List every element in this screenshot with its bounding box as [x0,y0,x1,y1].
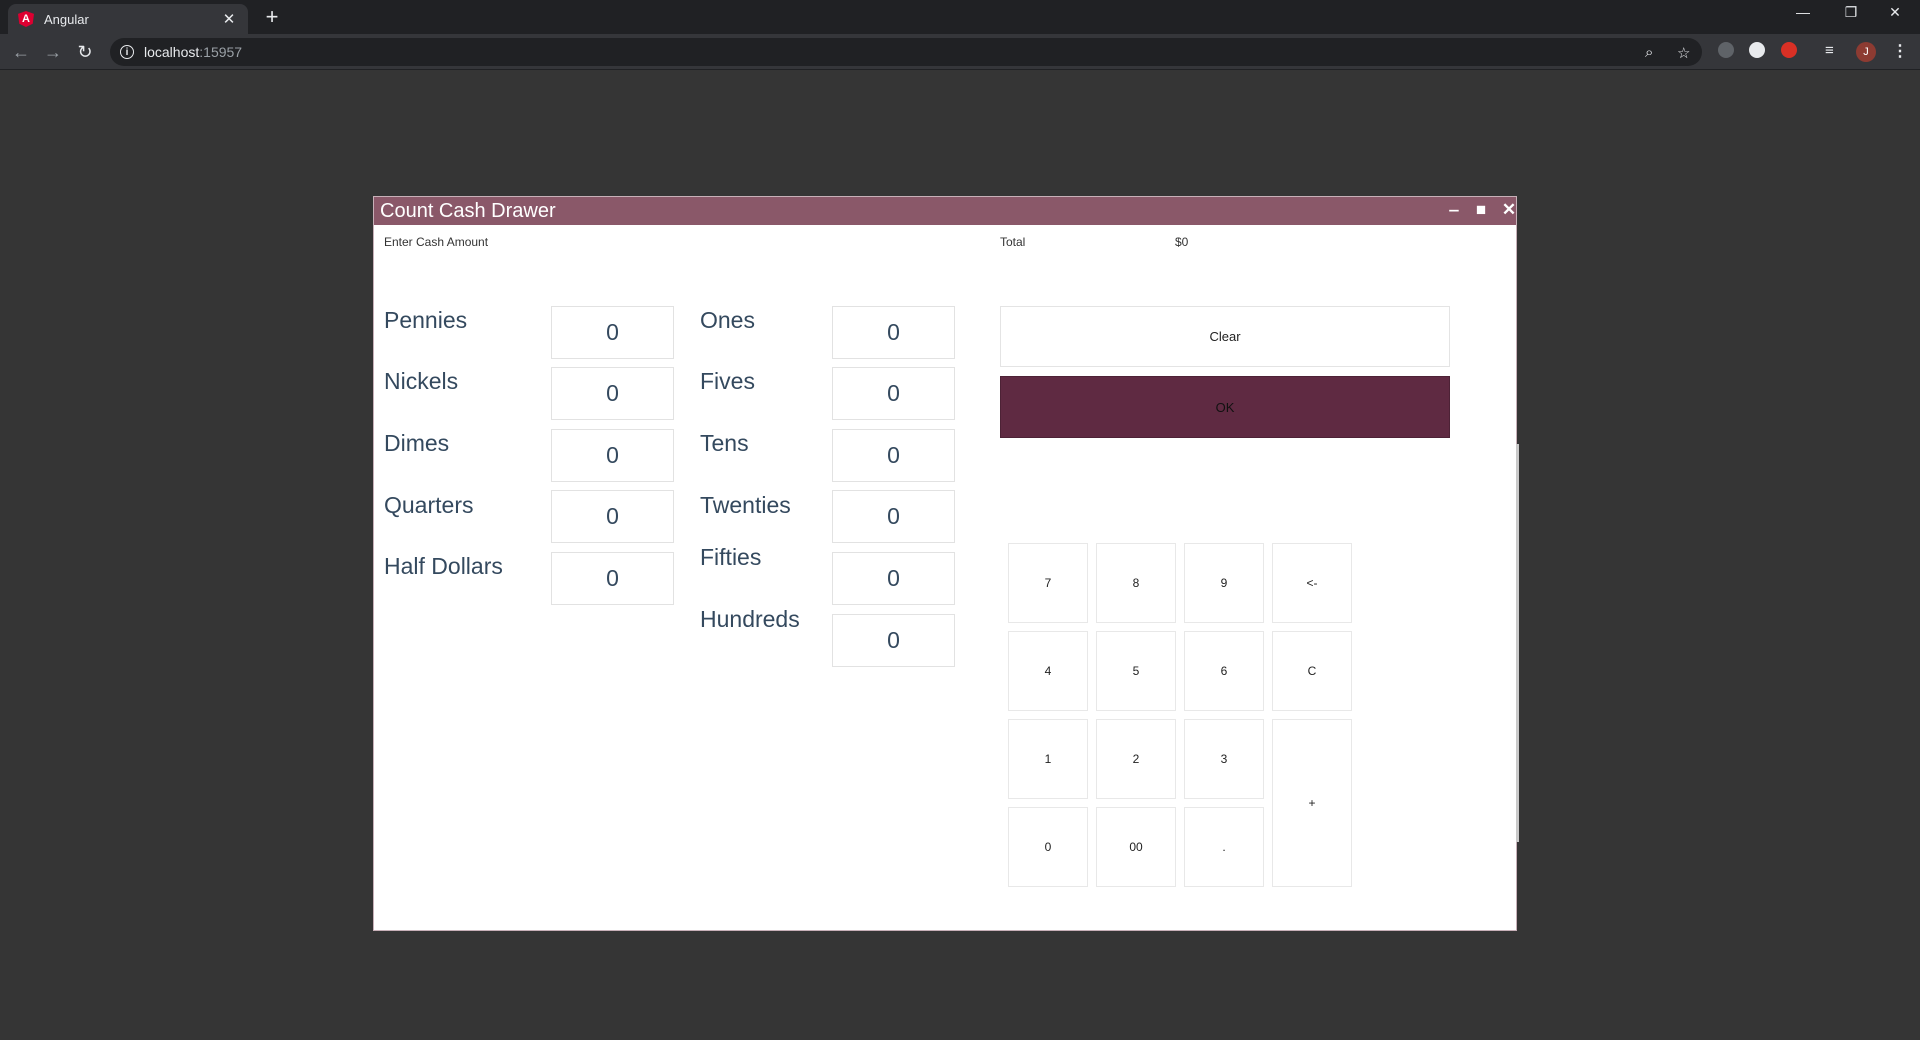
tens-input[interactable] [832,429,955,482]
dimes-input[interactable] [551,429,674,482]
keypad-2[interactable]: 2 [1096,719,1176,799]
keypad-4[interactable]: 4 [1008,631,1088,711]
address-bar[interactable]: i localhost:15957 ⌕ ☆ [110,38,1702,66]
window-close-icon[interactable]: ✕ [1872,4,1918,21]
tab-close-icon[interactable]: ✕ [220,10,238,28]
keypad-7[interactable]: 7 [1008,543,1088,623]
half-dollars-input[interactable] [551,552,674,605]
dimes-label: Dimes [384,430,450,456]
dialog-scrollbar[interactable] [1516,444,1519,842]
dialog-minimize-icon[interactable]: ‒ [1444,200,1464,220]
fives-input[interactable] [832,367,955,420]
browser-tab-strip: A Angular ✕ + — ❐ ✕ [0,0,1920,34]
nickels-input[interactable] [551,367,674,420]
fives-label: Fives [700,368,755,394]
browser-toolbar: ← → ↻ i localhost:15957 ⌕ ☆ ≡ J ⋮ [0,34,1920,70]
ones-input[interactable] [832,306,955,359]
site-info-icon[interactable]: i [120,45,134,59]
extension-shield-icon[interactable] [1718,42,1734,58]
quarters-input[interactable] [551,490,674,543]
pennies-label: Pennies [384,307,468,333]
tab-title: Angular [44,11,89,27]
zoom-icon[interactable]: ⌕ [1645,44,1653,61]
keypad-8[interactable]: 8 [1096,543,1176,623]
keypad-00[interactable]: 00 [1096,807,1176,887]
keypad-6[interactable]: 6 [1184,631,1264,711]
hundreds-label: Hundreds [700,606,800,632]
clear-button[interactable]: Clear [1000,306,1450,367]
dialog-maximize-icon[interactable]: ■ [1471,200,1491,220]
fifties-label: Fifties [700,544,762,570]
window-minimize-icon[interactable]: — [1780,4,1826,20]
hundreds-input[interactable] [832,614,955,667]
window-restore-icon[interactable]: ❐ [1828,4,1874,21]
dialog-close-icon[interactable]: ✕ [1499,200,1519,220]
keypad-0[interactable]: 0 [1008,807,1088,887]
keypad-9[interactable]: 9 [1184,543,1264,623]
total-value: $0 [1175,235,1189,249]
total-label: Total [1000,235,1026,249]
browser-menu-icon[interactable]: ⋮ [1892,41,1908,61]
enter-cash-amount-label: Enter Cash Amount [384,235,489,249]
twenties-input[interactable] [832,490,955,543]
keypad-backspace[interactable]: <- [1272,543,1352,623]
twenties-label: Twenties [700,492,791,518]
keypad-3[interactable]: 3 [1184,719,1264,799]
profile-avatar[interactable]: J [1856,42,1876,62]
keypad-clear[interactable]: C [1272,631,1352,711]
quarters-label: Quarters [384,492,474,518]
bookmark-star-icon[interactable]: ☆ [1677,44,1690,62]
fifties-input[interactable] [832,552,955,605]
extension-circle-icon[interactable] [1749,42,1765,58]
keypad-enter[interactable]: + [1272,719,1352,887]
keypad-1[interactable]: 1 [1008,719,1088,799]
keypad-5[interactable]: 5 [1096,631,1176,711]
forward-arrow-icon[interactable]: → [42,42,64,62]
half-dollars-label: Half Dollars [384,553,503,579]
count-cash-drawer-dialog: Count Cash Drawer ‒ ■ ✕ Enter Cash Amoun… [373,196,1517,931]
ok-button[interactable]: OK [1000,376,1450,438]
url-port: :15957 [199,44,243,60]
extension-hand-icon[interactable] [1781,42,1797,58]
keypad-decimal[interactable]: . [1184,807,1264,887]
angular-logo-icon: A [18,11,34,27]
reload-icon[interactable]: ↻ [74,42,96,62]
back-arrow-icon[interactable]: ← [10,42,32,62]
dialog-title-bar[interactable]: Count Cash Drawer ‒ ■ ✕ [374,197,1516,225]
pennies-input[interactable] [551,306,674,359]
ones-label: Ones [700,307,755,333]
url-host: localhost [144,44,200,60]
media-control-icon[interactable]: ≡ [1825,42,1834,59]
nickels-label: Nickels [384,368,459,394]
dialog-title: Count Cash Drawer [380,199,556,222]
tens-label: Tens [700,430,749,456]
new-tab-icon[interactable]: + [260,6,284,28]
browser-tab[interactable]: A Angular ✕ [8,4,248,34]
